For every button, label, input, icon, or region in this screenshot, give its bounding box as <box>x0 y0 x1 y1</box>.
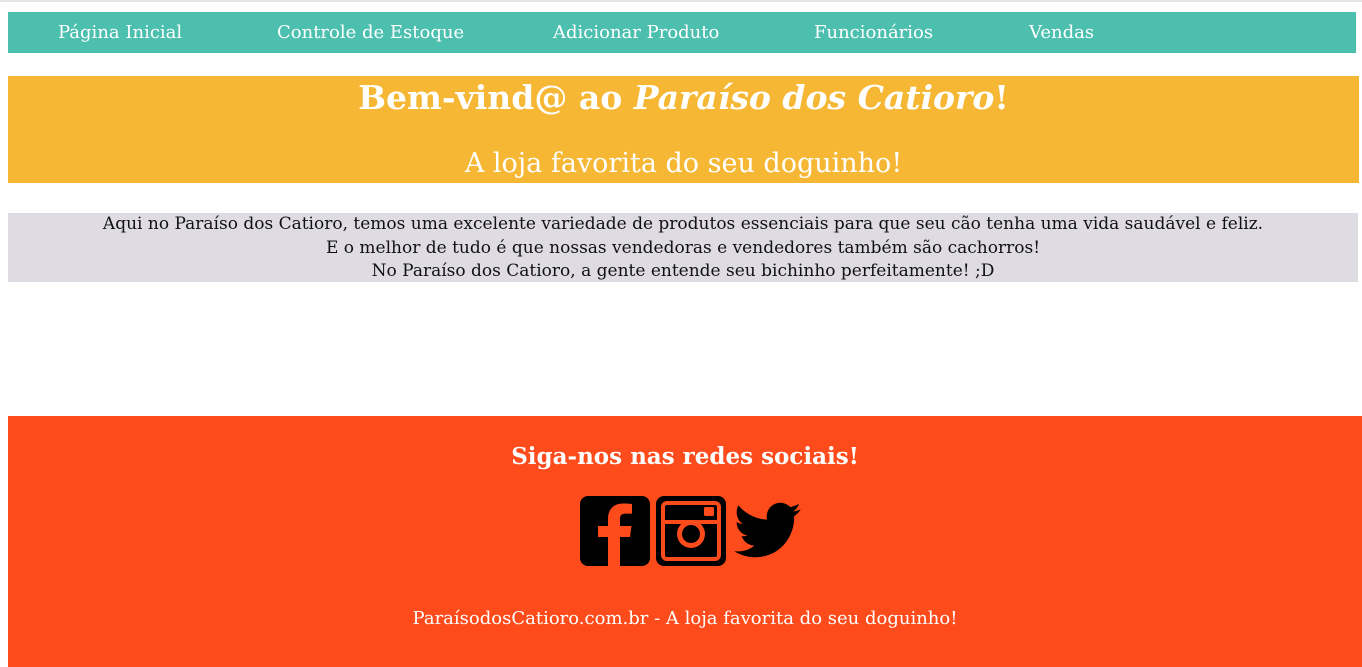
about-line: No Paraíso dos Catioro, a gente entende … <box>371 261 995 281</box>
about-line: Aqui no Paraíso dos Catioro, temos uma e… <box>102 214 1264 234</box>
twitter-icon[interactable] <box>732 496 802 566</box>
window-top-border <box>0 0 1362 2</box>
social-heading: Siga-nos nas redes sociais! <box>511 443 859 470</box>
brand-name: Paraíso dos Catioro <box>633 78 995 117</box>
footer-note: ParaísodosCatioro.com.br - A loja favori… <box>412 608 958 629</box>
welcome-subtitle: A loja favorita do seu doguinho! <box>464 148 903 179</box>
nav-link-funcionarios[interactable]: Funcionários <box>814 12 933 53</box>
facebook-icon[interactable] <box>580 496 650 566</box>
nav-link-controle-estoque[interactable]: Controle de Estoque <box>277 12 464 53</box>
welcome-title: Bem-vind@ ao Paraíso dos Catioro! <box>8 78 1359 118</box>
welcome-title-prefix: Bem-vind@ ao <box>358 78 634 117</box>
about-section: Aqui no Paraíso dos Catioro, temos uma e… <box>8 213 1358 282</box>
nav-link-vendas[interactable]: Vendas <box>1029 12 1094 53</box>
footer: Siga-nos nas redes sociais! ParaísodosCa… <box>8 416 1362 667</box>
nav-link-adicionar-produto[interactable]: Adicionar Produto <box>553 12 719 53</box>
welcome-banner: Bem-vind@ ao Paraíso dos Catioro! A loja… <box>8 76 1359 183</box>
instagram-icon[interactable] <box>656 496 726 566</box>
about-line: E o melhor de tudo é que nossas vendedor… <box>325 237 1041 258</box>
main-nav: Página Inicial Controle de Estoque Adici… <box>8 12 1356 53</box>
welcome-title-suffix: ! <box>994 78 1009 117</box>
nav-link-pagina-inicial[interactable]: Página Inicial <box>58 12 182 53</box>
